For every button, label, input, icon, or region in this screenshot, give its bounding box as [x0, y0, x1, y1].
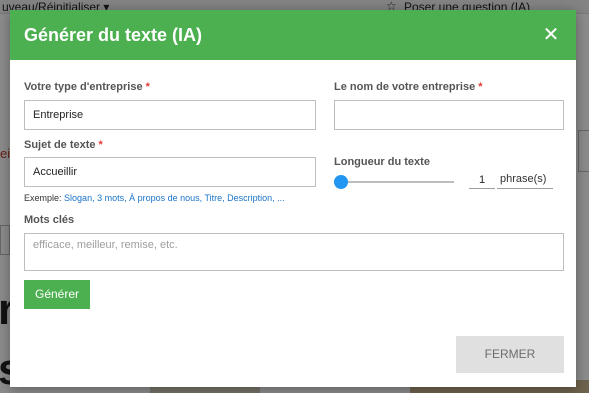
keywords-label: Mots clés	[24, 214, 75, 226]
text-length-label: Longueur du texte	[334, 156, 430, 168]
subject-label: Sujet de texte *	[24, 139, 103, 151]
required-marker: *	[98, 139, 103, 151]
business-name-label: Le nom de votre entreprise *	[334, 81, 483, 93]
business-type-label-text: Votre type d'entreprise	[24, 81, 143, 93]
subject-input[interactable]: Accueillir	[24, 157, 316, 187]
slider-track[interactable]	[334, 181, 454, 183]
dialog-title: Générer du texte (IA)	[24, 24, 203, 45]
close-button[interactable]: FERMER	[456, 336, 564, 373]
text-length-slider[interactable]	[334, 175, 454, 189]
text-length-input[interactable]: 1	[469, 173, 495, 189]
text-length-unit: phrase(s)	[497, 173, 553, 189]
subject-hint-prefix: Exemple:	[24, 193, 62, 203]
subject-hint: Exemple: Slogan, 3 mots, À propos de nou…	[24, 193, 285, 203]
generate-text-dialog: Générer du texte (IA) ✕ Votre type d'ent…	[10, 10, 576, 387]
business-type-label: Votre type d'entreprise *	[24, 81, 150, 93]
slider-thumb[interactable]	[334, 175, 348, 189]
subject-label-text: Sujet de texte	[24, 139, 96, 151]
required-marker: *	[478, 81, 483, 93]
business-name-input[interactable]	[334, 100, 564, 130]
business-name-label-text: Le nom de votre entreprise	[334, 81, 476, 93]
close-icon[interactable]: ✕	[540, 24, 562, 46]
business-type-input[interactable]: Entreprise	[24, 100, 316, 130]
keywords-textarea[interactable]: efficace, meilleur, remise, etc.	[24, 233, 564, 271]
required-marker: *	[145, 81, 150, 93]
dialog-header: Générer du texte (IA) ✕	[10, 10, 576, 60]
subject-hint-examples[interactable]: Slogan, 3 mots, À propos de nous, Titre,…	[64, 193, 285, 203]
generate-button[interactable]: Générer	[24, 280, 90, 309]
